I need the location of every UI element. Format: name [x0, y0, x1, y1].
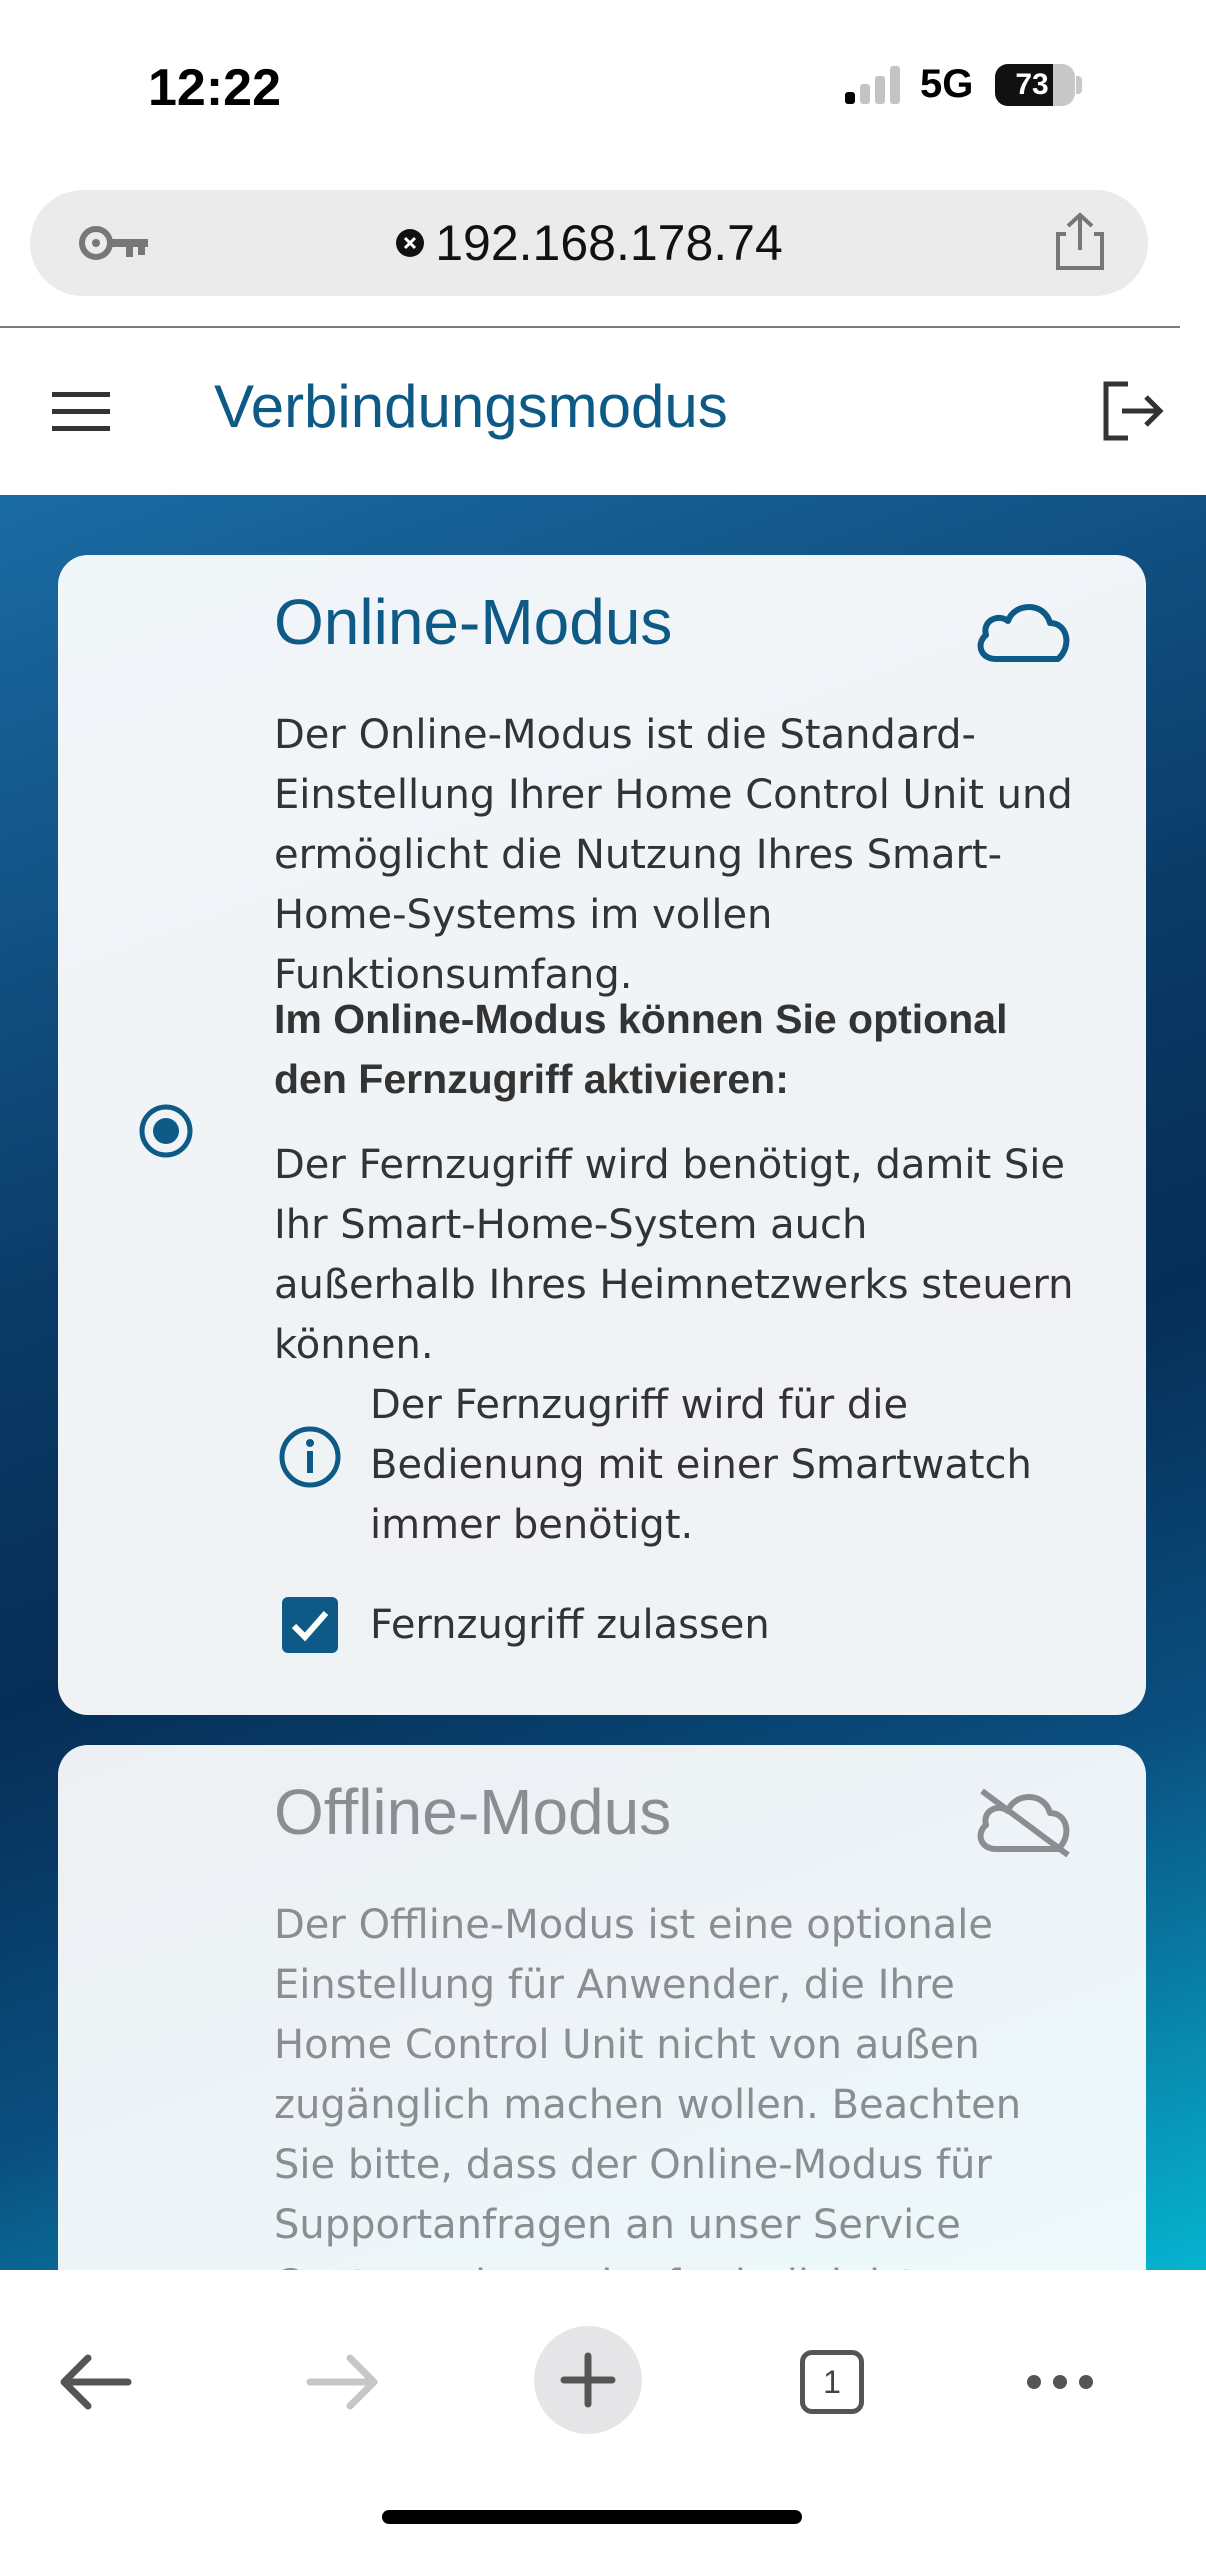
- remote-access-checkbox[interactable]: [282, 1597, 338, 1653]
- content-area: Online-Modus Der Online-Modus ist die St…: [0, 495, 1206, 2270]
- home-indicator: [382, 2510, 802, 2524]
- tab-switcher-button[interactable]: 1: [800, 2350, 864, 2414]
- online-mode-card[interactable]: Online-Modus Der Online-Modus ist die St…: [58, 555, 1146, 1715]
- online-mode-radio[interactable]: [138, 1103, 194, 1159]
- offline-mode-title: Offline-Modus: [274, 1776, 672, 1848]
- battery-level: 73: [1015, 68, 1049, 101]
- battery-tip: [1076, 76, 1082, 94]
- insecure-icon: [396, 229, 425, 257]
- plus-icon: [560, 2352, 616, 2408]
- new-tab-button[interactable]: [534, 2326, 642, 2434]
- cloud-icon: [977, 604, 1070, 662]
- status-bar: 12:22 5G 73: [0, 0, 1206, 175]
- logout-icon[interactable]: [1100, 380, 1166, 442]
- status-time: 12:22: [148, 59, 281, 117]
- page-title: Verbindungsmodus: [214, 373, 728, 440]
- arrow-left-icon[interactable]: [36, 2322, 156, 2442]
- remote-access-label[interactable]: Fernzugriff zulassen: [370, 1595, 770, 1655]
- url-text[interactable]: 192.168.178.74: [435, 214, 783, 272]
- online-mode-description: Der Online-Modus ist die Standard-Einste…: [274, 712, 1073, 998]
- more-icon[interactable]: [1000, 2322, 1120, 2442]
- cloud-off-icon: [977, 1788, 1070, 1857]
- offline-mode-description: Der Offline-Modus ist eine optionale Ein…: [274, 1902, 1022, 2270]
- url-container[interactable]: 192.168.178.74: [30, 190, 1148, 296]
- checkmark-icon: [291, 1611, 329, 1642]
- battery-icon: 73: [995, 64, 1075, 106]
- info-icon: [279, 1426, 341, 1488]
- network-type: 5G: [920, 62, 974, 106]
- menu-icon[interactable]: [52, 390, 110, 434]
- remote-access-text: Der Fernzugriff wird benötigt, damit Sie…: [274, 1142, 1074, 1368]
- offline-mode-card[interactable]: Offline-Modus Der Offline-Modus ist eine…: [58, 1745, 1146, 2270]
- share-icon[interactable]: [1052, 212, 1108, 272]
- online-mode-title: Online-Modus: [274, 586, 673, 658]
- online-mode-optional-heading: Im Online-Modus können Sie optional den …: [274, 996, 1008, 1102]
- address-bar[interactable]: 192.168.178.74: [30, 190, 1148, 296]
- smartwatch-info-text: Der Fernzugriff wird für die Bedienung m…: [370, 1382, 1032, 1548]
- signal-icon: [845, 64, 905, 104]
- arrow-right-icon[interactable]: [282, 2322, 402, 2442]
- app-header: Verbindungsmodus: [0, 328, 1206, 495]
